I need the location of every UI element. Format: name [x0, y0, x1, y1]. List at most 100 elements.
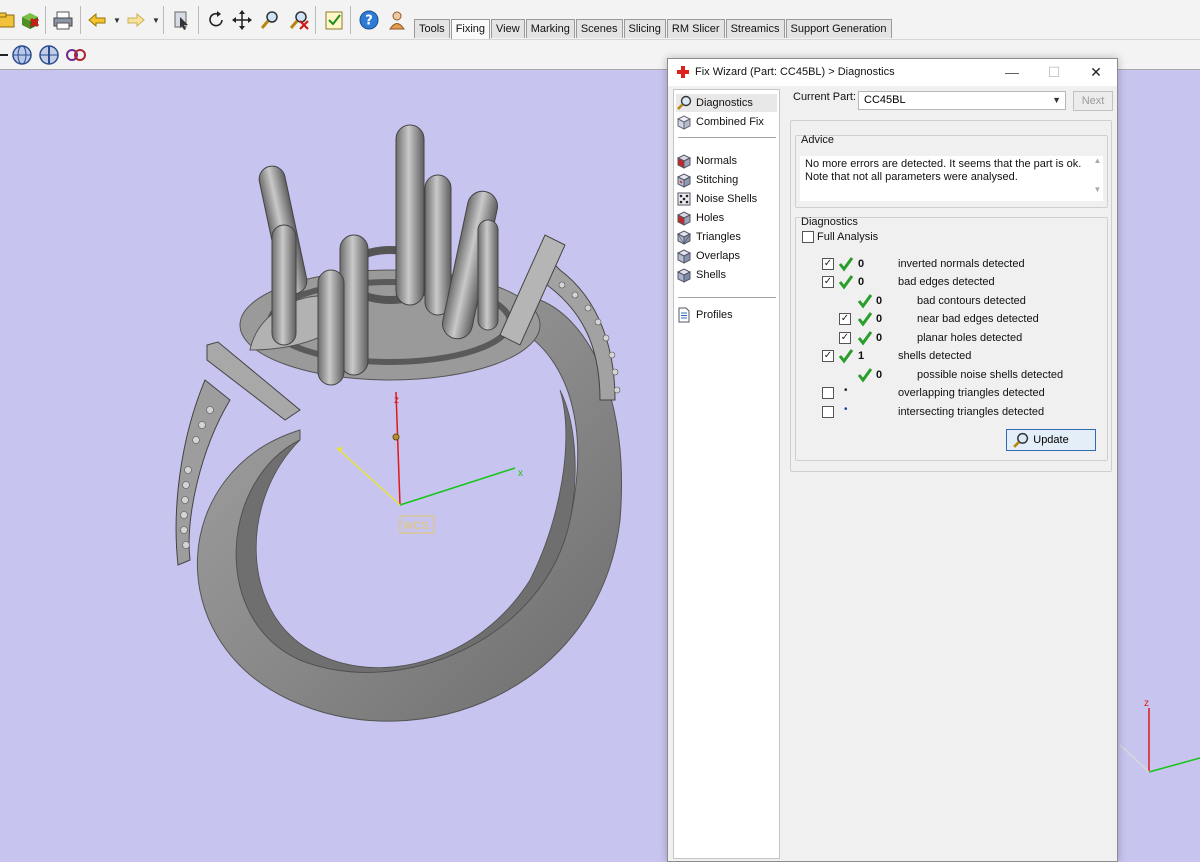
current-part-select[interactable]: CC45BL ▼	[858, 91, 1066, 110]
planar-holes-checkbox[interactable]: ✓	[839, 332, 851, 344]
full-analysis-label: Full Analysis	[817, 231, 879, 243]
link-icon[interactable]	[64, 43, 88, 67]
main-toolbar: ▼ ▼ ? Tools Fixing View Marking Scenes S…	[0, 0, 1200, 40]
bad-edges-count: 0	[858, 276, 865, 288]
green-check-icon	[838, 257, 854, 272]
near-bad-edges-label: near bad edges detected	[917, 313, 1039, 325]
advice-group: Advice No more errors are detected. It s…	[795, 134, 1108, 208]
print-icon[interactable]	[51, 8, 75, 32]
undo-dropdown-icon[interactable]: ▼	[113, 16, 121, 25]
nav-item-normals[interactable]: Normals	[676, 152, 777, 170]
shells-checkbox[interactable]: ✓	[822, 350, 834, 362]
zoom-icon[interactable]	[258, 8, 282, 32]
diagnostics-panel: Current Part: CC45BL ▼ Next Advice No mo…	[783, 87, 1116, 861]
tab-marking[interactable]: Marking	[525, 19, 575, 38]
z-axis-label: z	[394, 395, 399, 406]
pending-dot-icon: •	[844, 385, 848, 396]
redo-dropdown-icon[interactable]: ▼	[152, 16, 160, 25]
update-label: Update	[1033, 434, 1069, 446]
fix-wizard-dialog: Fix Wizard (Part: CC45BL) > Diagnostics …	[667, 58, 1118, 862]
nav-item-profiles[interactable]: Profiles	[676, 306, 777, 324]
overlapping-triangles-checkbox[interactable]	[822, 387, 834, 399]
rotate-icon[interactable]	[204, 8, 228, 32]
nav-item-triangles[interactable]: Triangles	[676, 228, 777, 246]
nav-item-overlaps[interactable]: Overlaps	[676, 247, 777, 265]
corner-z-label: z	[1144, 698, 1149, 709]
green-check-icon	[857, 331, 873, 346]
wcs-label: WCS	[403, 520, 429, 532]
nav-label: Stitching	[696, 174, 739, 186]
magnifier-icon	[677, 95, 692, 110]
bad-edges-checkbox[interactable]: ✓	[822, 276, 834, 288]
zoom-cancel-icon[interactable]	[287, 8, 311, 32]
redo-icon[interactable]	[124, 8, 148, 32]
tab-support-generation[interactable]: Support Generation	[785, 19, 892, 38]
maximize-button[interactable]: ☐	[1040, 63, 1068, 81]
inverted-normals-count: 0	[858, 258, 865, 270]
dialog-titlebar[interactable]: Fix Wizard (Part: CC45BL) > Diagnostics …	[668, 59, 1117, 86]
planar-holes-label: planar holes detected	[917, 332, 1023, 344]
cube-overlap-icon	[676, 249, 692, 264]
scroll-up-icon[interactable]: ▲	[1092, 156, 1103, 165]
bad-contours-label: bad contours detected	[917, 295, 1026, 307]
close-button[interactable]: ✕	[1082, 63, 1110, 81]
sphere-grid-icon[interactable]	[10, 43, 34, 67]
next-button[interactable]: Next	[1073, 91, 1113, 111]
nav-label: Noise Shells	[696, 193, 758, 205]
tab-scenes[interactable]: Scenes	[575, 19, 623, 38]
diagnostics-title: Diagnostics	[801, 216, 858, 228]
cube-shells-icon	[676, 268, 692, 283]
overlapping-triangles-label: overlapping triangles detected	[898, 387, 1045, 399]
tab-streamics[interactable]: Streamics	[725, 19, 785, 38]
nav-item-holes[interactable]: Holes	[676, 209, 777, 227]
tab-tools[interactable]: Tools	[414, 19, 450, 38]
nav-label: Holes	[696, 212, 725, 224]
document-icon	[678, 307, 690, 323]
undo-icon[interactable]	[85, 8, 109, 32]
checklist-icon[interactable]	[322, 8, 346, 32]
nav-item-noise-shells[interactable]: Noise Shells	[676, 190, 777, 208]
wizard-sidebar: Diagnostics Combined Fix Normals Stitchi…	[673, 89, 780, 859]
magnifier-icon	[1013, 432, 1029, 448]
svg-text:?: ?	[365, 14, 373, 29]
bad-edges-label: bad edges detected	[898, 276, 995, 288]
planar-holes-count: 0	[876, 332, 883, 344]
nav-item-combined-fix[interactable]: Combined Fix	[676, 113, 777, 131]
cube-outline-icon	[676, 115, 692, 130]
pan-icon[interactable]	[230, 8, 254, 32]
ring-model[interactable]	[175, 124, 623, 722]
nav-item-diagnostics[interactable]: Diagnostics	[676, 94, 777, 112]
advice-scrollbar[interactable]: ▲ ▼	[1092, 156, 1103, 201]
tab-rm-slicer[interactable]: RM Slicer	[666, 19, 725, 38]
inverted-normals-checkbox[interactable]: ✓	[822, 258, 834, 270]
pending-dot-icon: •	[844, 404, 848, 415]
tab-fixing[interactable]: Fixing	[450, 19, 491, 39]
nav-label: Shells	[696, 269, 726, 281]
select-part-icon[interactable]	[170, 8, 194, 32]
minimize-button[interactable]: —	[998, 63, 1026, 81]
nav-label: Triangles	[696, 231, 741, 243]
intersecting-triangles-checkbox[interactable]	[822, 406, 834, 418]
scroll-down-icon[interactable]: ▼	[1092, 185, 1103, 194]
nav-item-shells[interactable]: Shells	[676, 266, 777, 284]
load-part-icon[interactable]	[18, 8, 42, 32]
nav-item-stitching[interactable]: Stitching	[676, 171, 777, 189]
x-axis-label: x	[518, 468, 523, 479]
open-project-icon[interactable]	[0, 8, 18, 32]
chevron-down-icon: ▼	[1052, 95, 1061, 105]
axis-triad: z x WCS	[336, 391, 523, 534]
near-bad-edges-checkbox[interactable]: ✓	[839, 313, 851, 325]
assistant-icon[interactable]	[385, 8, 409, 32]
update-button[interactable]: Update	[1006, 429, 1096, 451]
full-analysis-checkbox[interactable]	[802, 231, 814, 243]
red-cross-icon	[677, 66, 689, 78]
intersecting-triangles-label: intersecting triangles detected	[898, 406, 1045, 418]
help-icon[interactable]: ?	[357, 8, 381, 32]
shells-label: shells detected	[898, 350, 972, 362]
tab-slicing[interactable]: Slicing	[623, 19, 666, 38]
sphere-section-icon[interactable]	[37, 43, 61, 67]
nav-label: Normals	[696, 155, 737, 167]
cube-stitch-icon	[676, 173, 692, 188]
tab-view[interactable]: View	[491, 19, 525, 38]
nav-label: Overlaps	[696, 250, 741, 262]
